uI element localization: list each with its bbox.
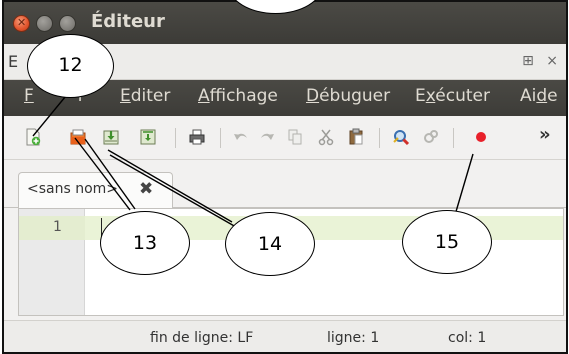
menu-affichage-accel: A [198, 86, 210, 106]
menu-executer[interactable]: Exécuter [415, 86, 490, 106]
tab-strip: <sans nom> ✖ [4, 160, 566, 209]
window-title: Éditeur [91, 11, 165, 32]
tab-label-head: <sans no [27, 181, 93, 197]
status-line-ending: fin de ligne: LF [150, 330, 254, 346]
close-tab-icon[interactable]: ✖ [139, 179, 153, 199]
close-panel-icon[interactable]: × [546, 53, 558, 69]
menu-executer-pre: E [415, 86, 426, 106]
minimize-window-button[interactable] [36, 15, 53, 32]
tab-label-tail: m> [92, 181, 119, 197]
menu-editer[interactable]: Editer [120, 86, 170, 106]
status-col: col: 1 [448, 330, 487, 346]
menu-executer-rest: écuter [435, 86, 490, 106]
line-number: 1 [53, 219, 62, 235]
menu-debuguer-accel: D [306, 86, 320, 106]
toolbar-separator [220, 128, 221, 148]
tab-sans-nom[interactable]: <sans nom> ✖ [18, 172, 173, 209]
menu-affichage-rest: ffichage [209, 86, 278, 106]
menu-aide-rest: e [547, 86, 558, 106]
status-bar: fin de ligne: LF ligne: 1 col: 1 [4, 320, 566, 352]
menu-aide-pre: Ai [520, 86, 537, 106]
panel-controls: ⊞ × [514, 53, 558, 69]
save-file-icon[interactable] [102, 128, 120, 146]
menu-editer-rest: diter [130, 86, 171, 106]
toolbar-separator [453, 128, 454, 148]
close-window-button[interactable] [13, 15, 30, 32]
open-file-icon[interactable] [69, 128, 87, 146]
copy-icon[interactable] [286, 128, 304, 146]
save-all-icon[interactable] [139, 128, 157, 146]
callout-12: 12 [27, 34, 114, 98]
toolbar-separator [379, 128, 380, 148]
menu-fichier-accel: F [24, 86, 34, 106]
menu-executer-accel: x [425, 86, 436, 106]
menu-aide-accel: d [536, 86, 548, 106]
tab-label: <sans nom> [27, 181, 118, 197]
current-line-gutter-highlight [19, 216, 85, 240]
menu-editer-accel: E [120, 86, 131, 106]
record-icon[interactable] [472, 128, 490, 146]
undock-panel-icon[interactable]: ⊞ [522, 53, 534, 69]
magnifier-icon[interactable] [392, 128, 410, 146]
print-icon[interactable] [188, 128, 206, 146]
redo-icon[interactable] [258, 128, 276, 146]
screenshot-stage: Éditeur E ⊞ × Fr Editer Affichage Débugu… [0, 0, 569, 354]
toolbar: » [4, 116, 566, 160]
cut-icon[interactable] [317, 128, 335, 146]
toolbar-overflow-button[interactable]: » [539, 124, 551, 145]
new-file-icon[interactable] [24, 128, 42, 146]
menu-debuguer-rest: ébuguer [319, 86, 391, 106]
paste-icon[interactable] [347, 128, 365, 146]
undo-icon[interactable] [232, 128, 250, 146]
callout-14: 14 [225, 212, 315, 276]
panel-title: E [8, 52, 19, 71]
menu-affichage[interactable]: Affichage [198, 86, 278, 106]
maximize-window-button[interactable] [59, 15, 76, 32]
callout-15: 15 [402, 210, 492, 274]
replace-icon[interactable] [422, 128, 440, 146]
callout-13: 13 [100, 211, 190, 275]
menu-debuguer[interactable]: Débuguer [306, 86, 390, 106]
toolbar-separator [175, 128, 176, 148]
status-line: ligne: 1 [327, 330, 380, 346]
menu-aide[interactable]: Aide [520, 86, 558, 106]
